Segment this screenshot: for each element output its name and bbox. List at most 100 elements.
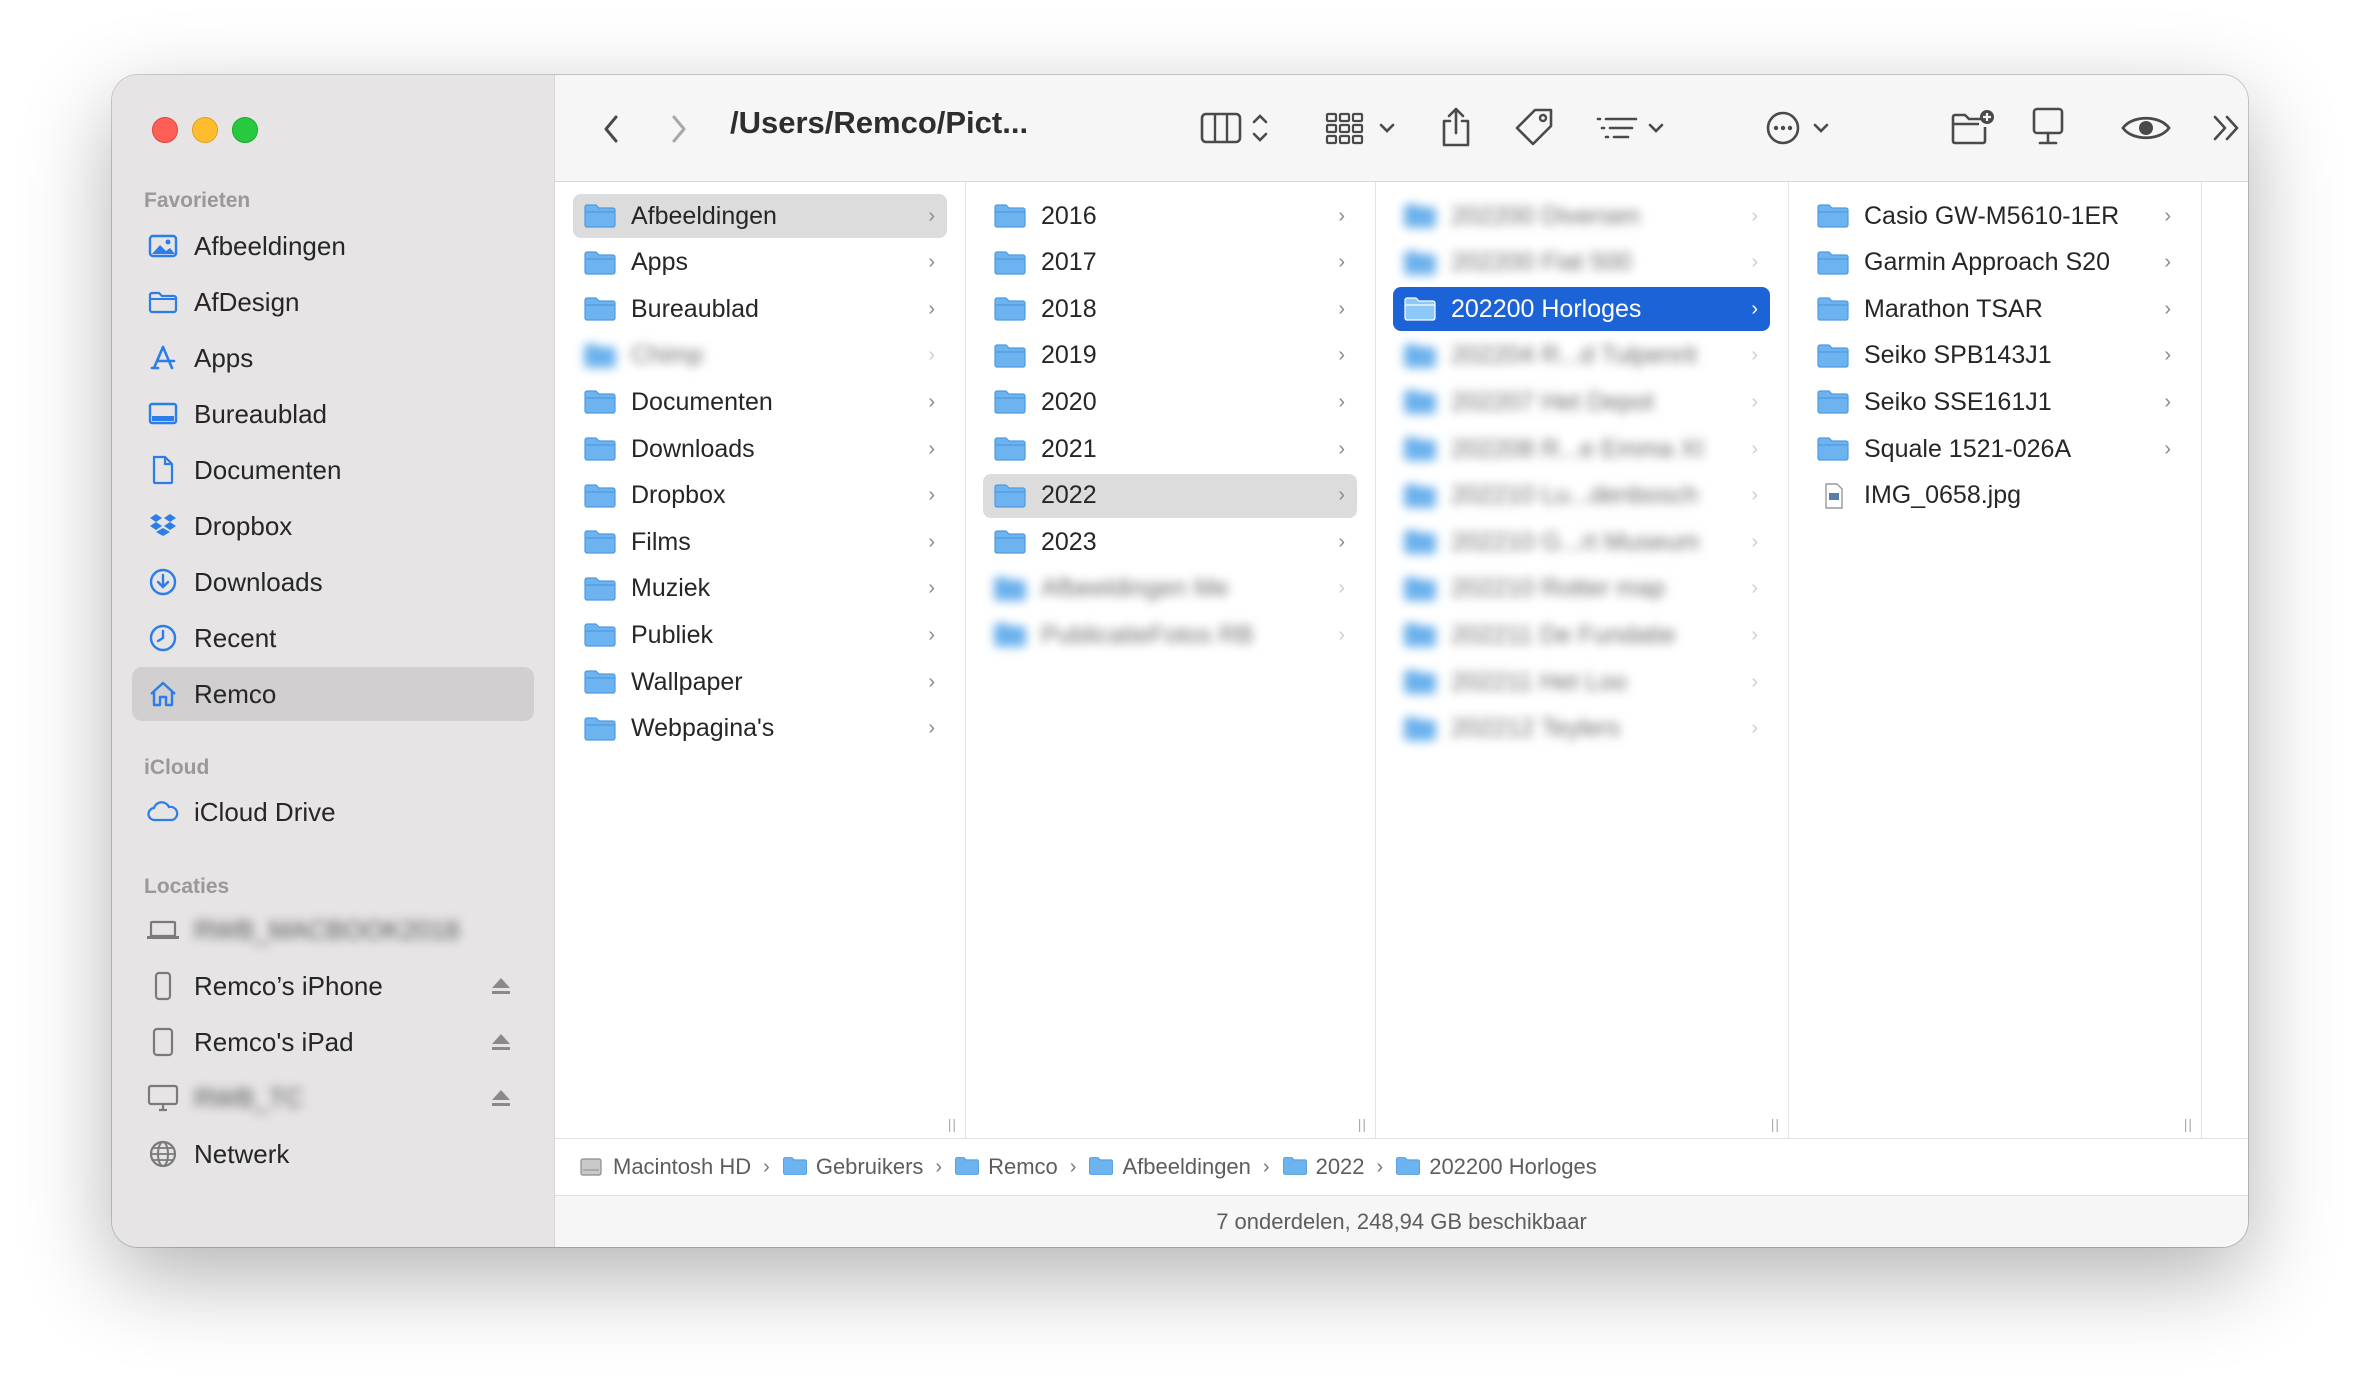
column-resize-handle[interactable]: ||: [1771, 1116, 1780, 1132]
folder-row[interactable]: Dropbox ›: [573, 474, 947, 518]
folder-row[interactable]: 202212 Teylers ›: [1393, 707, 1770, 751]
sidebar-item-label: Apps: [194, 342, 254, 373]
folder-row[interactable]: Afbeeldingen ›: [573, 194, 947, 238]
folder-icon: [1816, 343, 1850, 369]
quick-look-button[interactable]: [2119, 105, 2173, 151]
folder-icon: [993, 483, 1027, 509]
sidebar-item-iphone[interactable]: Remco’s iPhone: [132, 959, 534, 1013]
more-toolbar-button[interactable]: [2205, 105, 2248, 151]
file-row[interactable]: IMG_0658.jpg: [1806, 474, 2183, 518]
back-button[interactable]: [591, 109, 631, 149]
forward-button[interactable]: [659, 109, 699, 149]
column-resize-handle[interactable]: ||: [948, 1116, 957, 1132]
sidebar-item-documenten[interactable]: Documenten: [132, 443, 534, 497]
download-icon: [146, 565, 180, 599]
sidebar-item-label: Remco: [194, 678, 277, 709]
minimize-button[interactable]: [192, 117, 218, 143]
chevron-right-icon: ›: [1338, 577, 1345, 600]
folder-row[interactable]: Wallpaper ›: [573, 660, 947, 704]
folder-row[interactable]: 2021 ›: [983, 427, 1357, 471]
folder-row[interactable]: 202211 Het Loo ›: [1393, 660, 1770, 704]
sidebar-item-apps[interactable]: Apps: [132, 331, 534, 385]
folder-row[interactable]: 2018 ›: [983, 287, 1357, 331]
breadcrumb-item[interactable]: Remco ›: [954, 1154, 1088, 1180]
folder-row[interactable]: 202211 De Fundatie ›: [1393, 613, 1770, 657]
folder-row[interactable]: Seiko SSE161J1 ›: [1806, 380, 2183, 424]
sidebar-item-label: Dropbox: [194, 510, 293, 541]
folder-row[interactable]: Bureaublad ›: [573, 287, 947, 331]
eye-icon: [2121, 116, 2171, 140]
breadcrumb-item[interactable]: Macintosh HD ›: [579, 1154, 782, 1180]
folder-row[interactable]: 202207 Het Depot ›: [1393, 380, 1770, 424]
zoom-button[interactable]: [232, 117, 258, 143]
eject-icon[interactable]: [490, 1029, 512, 1060]
folder-row[interactable]: Chimp ›: [573, 334, 947, 378]
folder-row[interactable]: Downloads ›: [573, 427, 947, 471]
sidebar-item-ipad[interactable]: Remco's iPad: [132, 1015, 534, 1069]
sidebar-item-remco[interactable]: Remco: [132, 667, 534, 721]
folder-row[interactable]: 2020 ›: [983, 380, 1357, 424]
folder-row[interactable]: 2019 ›: [983, 334, 1357, 378]
folder-row[interactable]: Documenten ›: [573, 380, 947, 424]
folder-row[interactable]: 2023 ›: [983, 520, 1357, 564]
sort-button[interactable]: [1589, 103, 1679, 153]
eject-icon[interactable]: [490, 1085, 512, 1116]
folder-row[interactable]: 2022 ›: [983, 473, 1357, 518]
chevron-right-icon: ›: [928, 670, 935, 693]
folder-row[interactable]: Afbeeldingen Me ›: [983, 567, 1357, 611]
sidebar-item-dropbox[interactable]: Dropbox: [132, 499, 534, 553]
folder-row[interactable]: Muziek ›: [573, 567, 947, 611]
folder-row[interactable]: 202204 R...d Tulpenrit ›: [1393, 334, 1770, 378]
folder-row[interactable]: 202210 Lu...denbosch ›: [1393, 474, 1770, 518]
sidebar-item-macbook[interactable]: RWB_MACBOOK2018: [132, 903, 534, 957]
breadcrumb-item[interactable]: 202200 Horloges: [1395, 1154, 1597, 1180]
folder-row[interactable]: Squale 1521-026A ›: [1806, 427, 2183, 471]
folder-row[interactable]: Garmin Approach S20 ›: [1806, 241, 2183, 285]
eject-icon[interactable]: [490, 973, 512, 1004]
folder-row[interactable]: 202200 Fiat 500 ›: [1393, 241, 1770, 285]
folder-row[interactable]: 202200 Diversen ›: [1393, 194, 1770, 238]
group-button[interactable]: [1320, 103, 1410, 153]
folder-row[interactable]: 202200 Horloges ›: [1393, 287, 1770, 332]
folder-row[interactable]: Casio GW-M5610-1ER ›: [1806, 194, 2183, 238]
sidebar-item-afbeeldingen[interactable]: Afbeeldingen: [132, 219, 534, 273]
sidebar-item-display[interactable]: RWB_TC: [132, 1071, 534, 1125]
breadcrumb-item[interactable]: Afbeeldingen ›: [1088, 1154, 1281, 1180]
column-1: || Afbeeldingen › Apps › Bureaublad › Chimp › Doc…: [555, 182, 966, 1138]
action-button[interactable]: [1763, 103, 1843, 153]
new-folder-button[interactable]: [1947, 101, 1999, 153]
breadcrumb-item[interactable]: 2022 ›: [1282, 1154, 1396, 1180]
chevron-right-icon: ›: [1338, 251, 1345, 274]
folder-row[interactable]: 202210 Rotter map ›: [1393, 567, 1770, 611]
sidebar-item-downloads[interactable]: Downloads: [132, 555, 534, 609]
folder-row[interactable]: 2017 ›: [983, 241, 1357, 285]
folder-row[interactable]: Seiko SPB143J1 ›: [1806, 334, 2183, 378]
sidebar-item-label: Bureaublad: [194, 398, 327, 429]
more-icon: [1766, 111, 1829, 145]
folder-row[interactable]: 202210 G...rt Museum ›: [1393, 520, 1770, 564]
close-button[interactable]: [152, 117, 178, 143]
column-resize-handle[interactable]: ||: [2184, 1116, 2193, 1132]
folder-row[interactable]: Publiek ›: [573, 613, 947, 657]
view-mode-button[interactable]: [1195, 103, 1285, 153]
share-button[interactable]: [1433, 99, 1479, 155]
folder-icon: [583, 203, 617, 229]
folder-row[interactable]: 2016 ›: [983, 194, 1357, 238]
sidebar-item-recent[interactable]: Recent: [132, 611, 534, 665]
sidebar-item-bureaublad[interactable]: Bureaublad: [132, 387, 534, 441]
breadcrumb-separator: ›: [1376, 1155, 1384, 1178]
folder-row[interactable]: Apps ›: [573, 241, 947, 285]
breadcrumb-item[interactable]: Gebruikers ›: [782, 1154, 954, 1180]
chevron-right-icon: ›: [928, 390, 935, 413]
folder-row[interactable]: PublicatieFotos RB ›: [983, 613, 1357, 657]
sidebar-item-icloud-drive[interactable]: iCloud Drive: [132, 785, 534, 839]
folder-row[interactable]: Marathon TSAR ›: [1806, 287, 2183, 331]
folder-row[interactable]: Films ›: [573, 520, 947, 564]
folder-row[interactable]: 202208 R...e Emma XI ›: [1393, 427, 1770, 471]
column-resize-handle[interactable]: ||: [1358, 1116, 1367, 1132]
folder-row[interactable]: Webpagina's ›: [573, 707, 947, 751]
sidebar-item-netwerk[interactable]: Netwerk: [132, 1127, 534, 1181]
connect-display-button[interactable]: [2025, 101, 2071, 153]
sidebar-item-afdesign[interactable]: AfDesign: [132, 275, 534, 329]
tag-button[interactable]: [1511, 101, 1557, 153]
